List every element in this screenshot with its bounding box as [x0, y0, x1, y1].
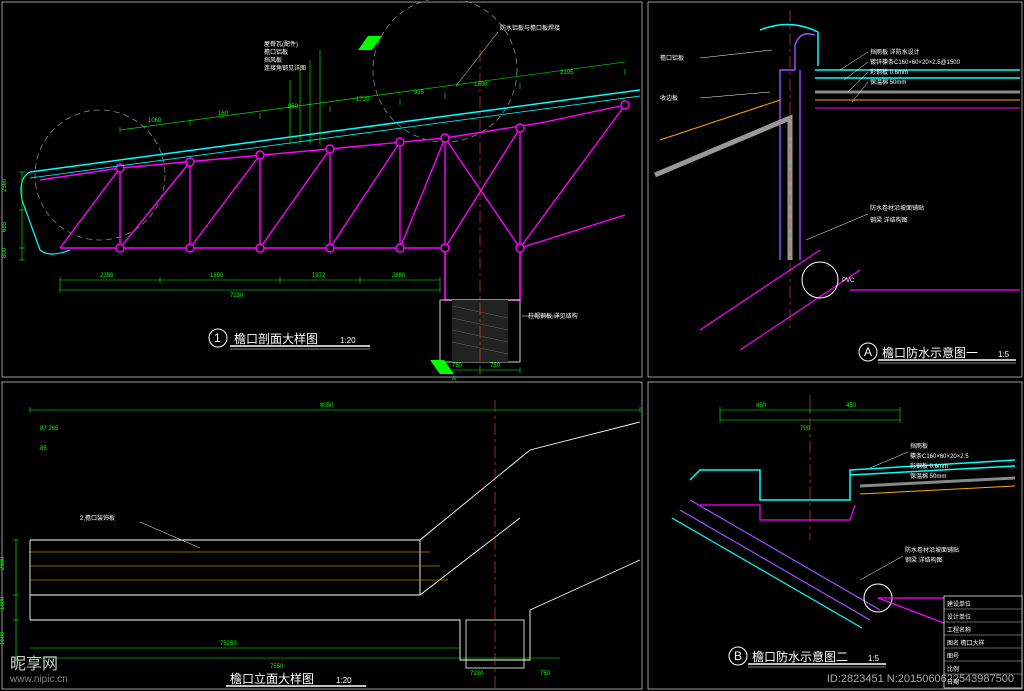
svg-text:檐口立面大样图: 檐口立面大样图: [230, 671, 314, 686]
svg-text:7230: 7230: [230, 293, 244, 299]
svg-text:图名 檐口大样: 图名 檐口大样: [947, 639, 985, 647]
svg-text:2195: 2195: [560, 70, 574, 76]
svg-text:檐口铝板: 檐口铝板: [264, 48, 288, 56]
view2-title: A 檐口防水示意图一 1:5: [859, 343, 1016, 363]
view-3-elevation: 9050 87 265 85 2680 1800 1600 75250 7230…: [0, 400, 640, 688]
svg-text:檐口铝板: 檐口铝板: [660, 54, 684, 62]
svg-text:保温棉 50mm: 保温棉 50mm: [910, 472, 946, 480]
svg-text:B: B: [734, 649, 742, 663]
svg-text:2560: 2560: [2, 178, 8, 192]
view4-title: B 檐口防水示意图二 1:5: [729, 647, 886, 667]
svg-text:160: 160: [218, 111, 229, 117]
svg-text:1720: 1720: [356, 97, 370, 103]
svg-text:450: 450: [756, 403, 767, 409]
svg-text:850: 850: [288, 104, 299, 110]
svg-text:450: 450: [846, 403, 857, 409]
svg-text:750: 750: [490, 363, 501, 369]
svg-text:87 265: 87 265: [40, 426, 59, 432]
svg-text:1800: 1800: [474, 82, 488, 88]
svg-text:2680: 2680: [0, 556, 6, 570]
watermark-left: 昵享网 www.nipic.cn: [10, 650, 68, 685]
svg-text:挡雨板: 挡雨板: [910, 442, 928, 450]
svg-text:750: 750: [452, 363, 463, 369]
view-2-waterproof-a: PVC 檐口铝板 收边板 挡雨板 详防水设计 镀锌檩条C160×60×20×2.…: [655, 10, 1020, 363]
svg-text:685: 685: [2, 221, 8, 232]
svg-text:镀锌檩条C160×60×20×2.5@1500: 镀锌檩条C160×60×20×2.5@1500: [870, 58, 961, 66]
svg-text:PVC: PVC: [842, 278, 855, 284]
svg-text:屋脊瓦(配件): 屋脊瓦(配件): [264, 40, 298, 48]
svg-text:防水铝板与檐口板焊接: 防水铝板与檐口板焊接: [500, 24, 560, 32]
svg-text:1:5: 1:5: [998, 350, 1010, 359]
svg-text:工程名称: 工程名称: [947, 626, 971, 634]
svg-text:1:20: 1:20: [340, 336, 356, 345]
svg-text:彩钢板 0.6mm: 彩钢板 0.6mm: [870, 68, 908, 76]
svg-text:图号: 图号: [947, 653, 959, 660]
svg-text:彩钢板 0.6mm: 彩钢板 0.6mm: [910, 462, 948, 470]
svg-text:檐口剖面大样图: 檐口剖面大样图: [234, 331, 318, 346]
svg-text:1800: 1800: [0, 596, 6, 610]
svg-text:建设单位: 建设单位: [947, 600, 971, 608]
svg-text:2356: 2356: [100, 273, 114, 279]
cad-canvas: A: [0, 0, 1024, 691]
svg-text:檐口防水示意图二: 檐口防水示意图二: [752, 649, 848, 664]
arrow-a-top: A: [376, 38, 380, 44]
svg-text:收边板: 收边板: [660, 94, 678, 102]
svg-text:1: 1: [214, 331, 221, 345]
svg-text:9050: 9050: [320, 403, 334, 409]
svg-text:750: 750: [540, 671, 551, 677]
view3-title: 檐口立面大样图 1:20: [226, 671, 366, 686]
svg-text:700: 700: [800, 426, 811, 432]
svg-text:钢梁 详结构图: 钢梁 详结构图: [870, 216, 908, 224]
svg-text:防水卷材沿坡面铺贴: 防水卷材沿坡面铺贴: [905, 546, 959, 554]
svg-text:钢梁 详结构图: 钢梁 详结构图: [905, 556, 943, 564]
svg-text:800: 800: [2, 247, 8, 258]
svg-text:2,檐口装饰板: 2,檐口装饰板: [80, 514, 115, 522]
svg-text:1:5: 1:5: [868, 654, 880, 663]
svg-text:1600: 1600: [0, 631, 6, 645]
svg-text:935: 935: [414, 90, 425, 96]
svg-text:1060: 1060: [148, 118, 162, 124]
svg-text:1:20: 1:20: [336, 676, 352, 685]
svg-text:连接角钢见详图: 连接角钢见详图: [264, 64, 306, 72]
view-1-section: A: [2, 0, 640, 382]
svg-text:2880: 2880: [392, 273, 406, 279]
svg-text:7230: 7230: [470, 671, 484, 677]
svg-text:挡风板: 挡风板: [264, 56, 282, 64]
svg-text:设计单位: 设计单位: [947, 613, 971, 621]
view1-title: 1 檐口剖面大样图 1:20: [209, 329, 370, 349]
svg-text:保温棉 50mm: 保温棉 50mm: [870, 78, 906, 86]
svg-text:1850: 1850: [210, 273, 224, 279]
svg-text:檩条C160×60×20×2.5: 檩条C160×60×20×2.5: [910, 452, 969, 460]
watermark-right: ID:2823451 N:2015060622543987500: [827, 673, 1014, 685]
svg-text:A: A: [452, 376, 456, 382]
svg-text:1972: 1972: [312, 273, 326, 279]
svg-text:比例: 比例: [947, 665, 959, 673]
svg-text:挡雨板 详防水设计: 挡雨板 详防水设计: [870, 48, 920, 56]
svg-text:75250: 75250: [220, 641, 237, 647]
svg-text:檐口防水示意图一: 檐口防水示意图一: [882, 345, 978, 360]
svg-text:85: 85: [40, 446, 47, 452]
svg-text:A: A: [864, 345, 872, 359]
svg-text:7550: 7550: [270, 664, 284, 670]
svg-text:防水卷材沿坡面铺贴: 防水卷材沿坡面铺贴: [870, 204, 924, 212]
